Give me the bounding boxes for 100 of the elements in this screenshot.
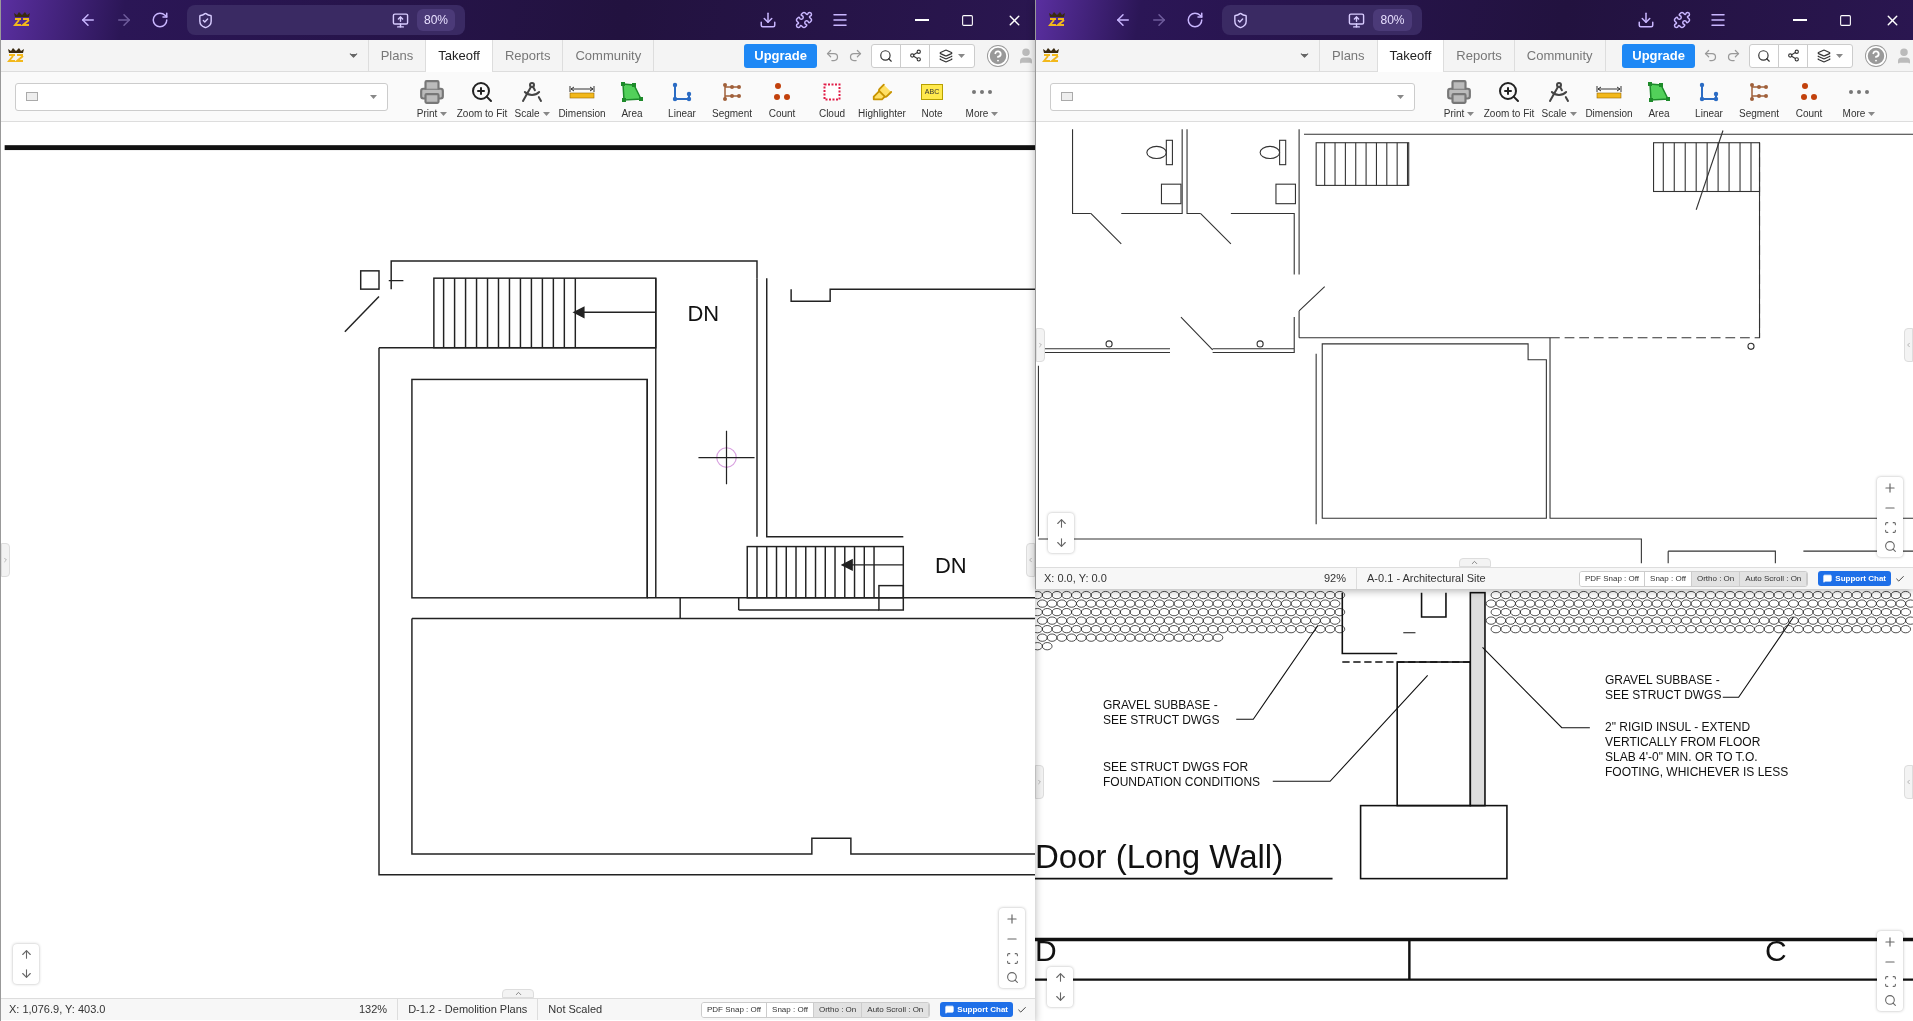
grid-label: C xyxy=(1765,933,1787,969)
tool-button[interactable]: Zoom to Fit xyxy=(457,73,507,120)
redo-button[interactable] xyxy=(1726,48,1741,63)
bottom-panel-toggle[interactable] xyxy=(502,989,534,998)
search-icon[interactable] xyxy=(1883,994,1897,1007)
reload-button[interactable] xyxy=(151,11,169,29)
dn-label: DN xyxy=(935,553,967,579)
nav-tab[interactable]: Reports xyxy=(1444,40,1515,71)
screen-icon[interactable] xyxy=(1348,11,1366,29)
download-button[interactable] xyxy=(1637,11,1655,29)
zoom-in-icon[interactable] xyxy=(1883,935,1897,949)
tool-button[interactable]: Dimension xyxy=(557,73,607,120)
scroll-up-icon[interactable] xyxy=(19,948,33,961)
tool-button[interactable]: Scale xyxy=(1534,73,1584,120)
snap-toggle[interactable]: Ortho : On xyxy=(1691,571,1741,586)
nav-tab[interactable]: Community xyxy=(563,40,655,71)
zoom-in-icon[interactable] xyxy=(1005,912,1019,926)
redo-icon xyxy=(848,48,863,63)
tool-button[interactable]: Highlighter xyxy=(857,73,907,120)
nav-tab[interactable]: Plans xyxy=(1320,40,1378,71)
undo-button[interactable] xyxy=(1703,48,1718,63)
fit-view-icon[interactable] xyxy=(1005,952,1019,965)
scroll-down-icon[interactable] xyxy=(19,967,33,980)
scroll-up-icon[interactable] xyxy=(1054,517,1068,530)
tool-button[interactable]: Print xyxy=(1434,73,1484,120)
screen-icon[interactable] xyxy=(391,11,409,29)
tool-button[interactable]: Segment xyxy=(707,73,757,120)
tool-button[interactable]: Area xyxy=(1634,73,1684,120)
undo-button[interactable] xyxy=(825,48,840,63)
address-bar[interactable]: 80% xyxy=(187,5,465,35)
minimize-icon xyxy=(1793,19,1807,21)
support-chat-button[interactable]: Support Chat xyxy=(940,1002,1013,1017)
nav-tab[interactable]: Takeoff xyxy=(426,40,493,72)
nav-tab[interactable]: Reports xyxy=(492,40,564,71)
nav-tab[interactable]: Takeoff xyxy=(1377,40,1445,72)
tool-button[interactable]: Linear xyxy=(1684,73,1734,120)
maximize-icon xyxy=(1839,13,1852,27)
bottom-panel-toggle[interactable] xyxy=(1458,558,1491,567)
zoom-level-badge[interactable]: 80% xyxy=(1373,9,1412,31)
help-button[interactable] xyxy=(1865,44,1887,67)
zoom-in-icon[interactable] xyxy=(1883,481,1897,495)
right-panel-toggle[interactable] xyxy=(1904,327,1913,362)
left-panel-toggle[interactable] xyxy=(1,543,10,577)
tool-button[interactable]: Print xyxy=(407,73,457,120)
menu-button[interactable] xyxy=(1709,11,1727,29)
snap-toggle[interactable]: Ortho : On xyxy=(813,1002,863,1017)
maximize-button[interactable] xyxy=(961,13,974,27)
download-button[interactable] xyxy=(759,11,777,29)
fit-view-icon[interactable] xyxy=(1883,975,1897,988)
tool-button[interactable]: Count xyxy=(1784,73,1834,120)
tool-button[interactable]: Zoom to Fit xyxy=(1484,73,1534,120)
reload-button[interactable] xyxy=(1186,11,1204,29)
snap-toggle[interactable]: Auto Scroll : On xyxy=(862,1002,930,1017)
forward-arrow-icon xyxy=(115,11,133,29)
search-icon[interactable] xyxy=(1005,971,1019,984)
snap-toggle[interactable]: Snap : Off xyxy=(1645,571,1692,586)
tool-button[interactable]: Scale xyxy=(507,73,557,120)
scroll-up-icon[interactable] xyxy=(1053,971,1067,984)
nav-tab[interactable]: Community xyxy=(1514,40,1606,71)
snap-toggle[interactable]: PDF Snap : Off xyxy=(701,1002,768,1017)
tool-button[interactable]: Linear xyxy=(657,73,707,120)
upgrade-button[interactable]: Upgrade xyxy=(1622,43,1695,68)
tool-button[interactable]: Cloud xyxy=(807,73,857,120)
tool-button[interactable]: Dimension xyxy=(1584,73,1634,120)
layers-icon xyxy=(939,48,953,63)
maximize-button[interactable] xyxy=(1839,13,1852,27)
extensions-button[interactable] xyxy=(1673,11,1691,29)
redo-button[interactable] xyxy=(848,48,863,63)
right-panel-toggle[interactable] xyxy=(1026,543,1035,577)
chat-icon xyxy=(1823,574,1833,583)
more-dots-icon xyxy=(1849,89,1869,94)
help-button[interactable] xyxy=(987,44,1009,67)
tool-button[interactable]: Count xyxy=(757,73,807,120)
snap-toggle[interactable]: Auto Scroll : On xyxy=(1740,571,1808,586)
grid-label: D xyxy=(1035,933,1057,969)
scroll-down-icon[interactable] xyxy=(1053,990,1067,1003)
help-icon xyxy=(1865,44,1887,67)
fit-view-icon[interactable] xyxy=(1883,521,1897,534)
chevron-left-icon xyxy=(1905,340,1912,349)
snap-toggle[interactable]: PDF Snap : Off xyxy=(1579,571,1646,586)
tool-button[interactable]: More xyxy=(957,73,1007,120)
tool-button[interactable]: Segment xyxy=(1734,73,1784,120)
right-panel-toggle[interactable] xyxy=(1904,765,1913,799)
menu-button[interactable] xyxy=(831,11,849,29)
tool-button[interactable]: More xyxy=(1834,73,1884,120)
support-chat-button[interactable]: Support Chat xyxy=(1818,571,1891,586)
upgrade-button[interactable]: Upgrade xyxy=(744,43,817,68)
plan-canvas[interactable]: DN DN xyxy=(1,122,1035,998)
left-panel-toggle[interactable] xyxy=(1035,765,1044,799)
zoom-level-badge[interactable]: 80% xyxy=(416,9,455,31)
address-bar[interactable]: 80% xyxy=(1222,5,1422,35)
dn-label: DN xyxy=(687,300,720,326)
search-icon[interactable] xyxy=(1883,540,1897,553)
back-button[interactable] xyxy=(79,11,97,29)
snap-toggle[interactable]: Snap : Off xyxy=(767,1002,814,1017)
extensions-button[interactable] xyxy=(795,11,813,29)
back-button[interactable] xyxy=(1114,11,1132,29)
tool-button[interactable]: Area xyxy=(607,73,657,120)
left-panel-toggle[interactable] xyxy=(1036,327,1045,362)
scroll-down-icon[interactable] xyxy=(1054,536,1068,549)
